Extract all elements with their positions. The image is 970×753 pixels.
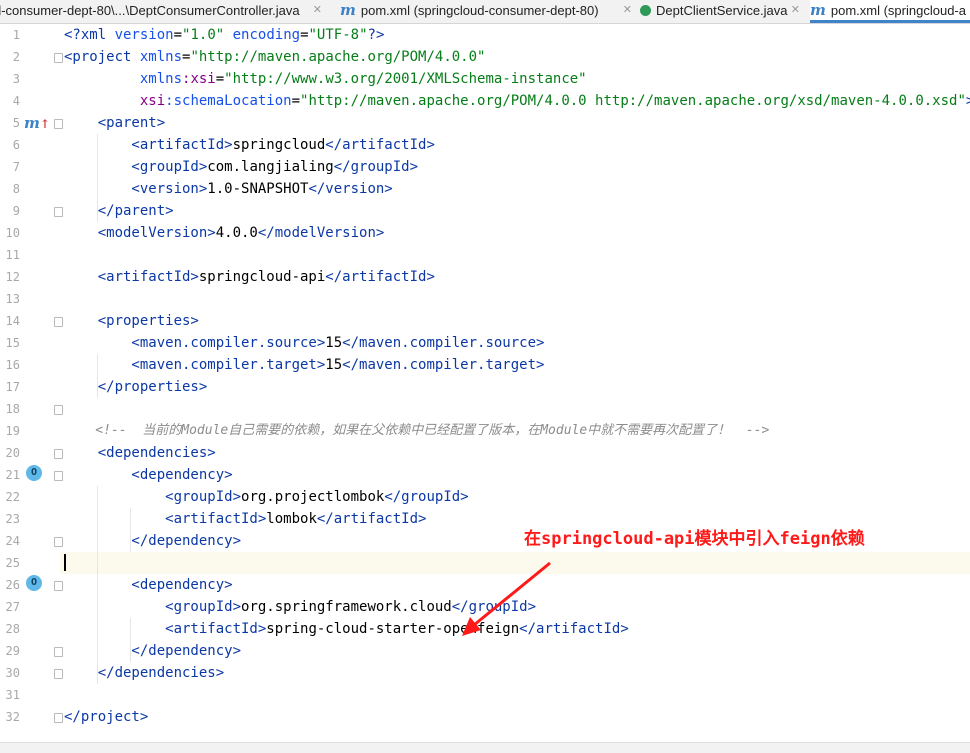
annotation-arrow <box>462 561 551 636</box>
bottom-strip <box>0 742 970 753</box>
